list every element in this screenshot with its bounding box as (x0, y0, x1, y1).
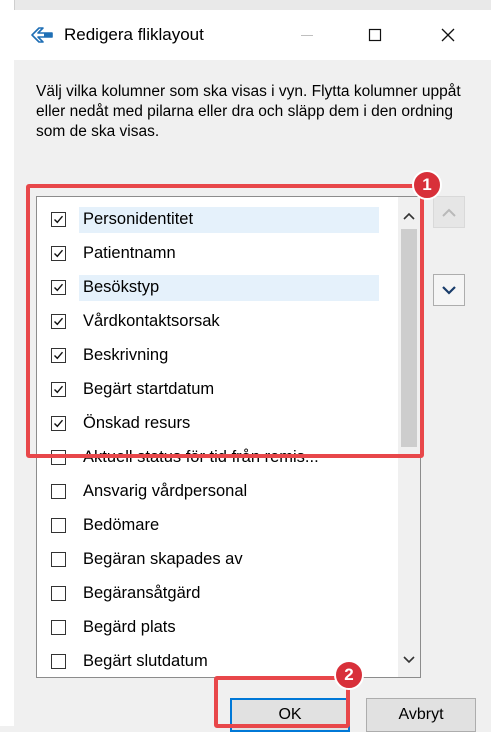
column-checkbox[interactable] (51, 586, 66, 601)
close-icon (441, 28, 455, 42)
chevron-down-icon (442, 285, 456, 295)
close-button[interactable] (417, 10, 479, 60)
column-label: Begärd plats (83, 618, 176, 636)
move-up-button[interactable] (433, 196, 465, 228)
column-label: Ansvarig vårdpersonal (83, 482, 248, 500)
minimize-button[interactable] (276, 10, 338, 60)
background-window-strip (0, 0, 15, 726)
dialog-title: Redigera fliklayout (64, 25, 204, 44)
column-label: Begäransåtgärd (83, 584, 201, 602)
column-list-item[interactable]: Bedömare (37, 511, 382, 541)
annotation-box-column-list (26, 184, 424, 458)
column-list-item[interactable]: Begärd plats (37, 613, 382, 643)
column-list-item[interactable]: Ansvarig vårdpersonal (37, 477, 382, 507)
column-label: Begärt slutdatum (83, 652, 208, 670)
annotation-box-ok-button (214, 676, 350, 728)
column-label: Begäran skapades av (83, 550, 243, 568)
column-label: Bedömare (83, 516, 160, 534)
column-list-item[interactable]: Begäransåtgärd (37, 579, 382, 609)
column-list-item[interactable]: Begärt slutdatum (37, 647, 382, 677)
move-down-button[interactable] (433, 274, 465, 306)
dialog-instructions: Välj vilka kolumner som ska visas i vyn.… (36, 83, 461, 140)
annotation-callout-2: 2 (334, 660, 364, 690)
column-checkbox[interactable] (51, 552, 66, 567)
column-checkbox[interactable] (51, 620, 66, 635)
scroll-down-arrow-icon (403, 656, 415, 664)
title-bar[interactable]: Redigera fliklayout (14, 10, 491, 60)
maximize-icon (368, 28, 382, 42)
column-checkbox[interactable] (51, 518, 66, 533)
annotation-callout-1: 1 (412, 170, 442, 200)
scroll-down-button[interactable] (398, 649, 420, 671)
column-checkbox[interactable] (51, 654, 66, 669)
chevron-up-icon (442, 208, 456, 217)
column-checkbox[interactable] (51, 484, 66, 499)
pencil-edit-icon (30, 24, 54, 46)
cancel-button[interactable]: Avbryt (366, 698, 476, 732)
minimize-icon (301, 35, 313, 36)
maximize-button[interactable] (344, 10, 406, 60)
column-list-item[interactable]: Begäran skapades av (37, 545, 382, 575)
